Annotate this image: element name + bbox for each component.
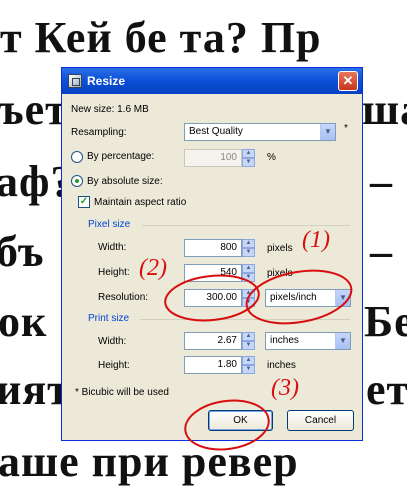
title-bar[interactable]: Resize ✕ <box>62 68 362 94</box>
print-width-label: Width: <box>98 336 127 347</box>
arrow-up-icon[interactable]: ▲ <box>242 289 255 298</box>
background-text-line: – <box>370 157 393 206</box>
width-stepper[interactable]: ▲ ▼ <box>242 239 255 257</box>
height-input[interactable]: 540 <box>184 264 242 282</box>
background-text-line: т Кей бе та? Пр <box>0 13 322 62</box>
annotation-number-2: (2) <box>139 255 167 281</box>
print-size-group-label: Print size <box>88 313 130 324</box>
print-unit-select[interactable]: inches ▼ <box>265 332 351 350</box>
print-unit-value: inches <box>270 335 299 346</box>
chevron-down-icon[interactable]: ▼ <box>335 333 350 349</box>
background-text-line: бъ <box>0 227 45 276</box>
width-unit: pixels <box>267 243 293 254</box>
resampling-select[interactable]: Best Quality ▼ <box>184 123 336 141</box>
arrow-up-icon[interactable]: ▲ <box>242 239 255 248</box>
background-text-line: ет <box>366 365 407 414</box>
arrow-down-icon[interactable]: ▼ <box>242 341 255 350</box>
height-unit: pixels <box>267 268 293 279</box>
arrow-down-icon[interactable]: ▼ <box>242 158 255 167</box>
by-absolute-size-radio[interactable] <box>71 175 83 187</box>
width-label: Width: <box>98 242 127 253</box>
radio-selected-dot <box>75 179 79 183</box>
background-text-line: ият <box>0 365 70 414</box>
by-percentage-label: By percentage: <box>87 151 155 162</box>
dialog-title: Resize <box>87 74 126 88</box>
ok-button[interactable]: OK <box>208 410 273 431</box>
print-height-label: Height: <box>98 360 130 371</box>
annotation-number-1: (1) <box>302 227 330 253</box>
resolution-unit-select[interactable]: pixels/inch ▼ <box>265 289 351 307</box>
arrow-up-icon[interactable]: ▲ <box>242 149 255 158</box>
resampling-value: Best Quality <box>189 126 243 137</box>
resolution-input[interactable]: 300.00 <box>184 289 242 307</box>
chevron-down-icon[interactable]: ▼ <box>320 124 335 140</box>
background-text-line: ок <box>0 297 48 346</box>
bicubic-note: * Bicubic will be used <box>75 387 169 398</box>
by-absolute-size-label: By absolute size: <box>87 176 163 187</box>
chevron-down-icon[interactable]: ▼ <box>335 290 350 306</box>
annotation-number-3: (3) <box>271 375 299 401</box>
new-size-label: New size: 1.6 MB <box>71 104 149 115</box>
percent-sign: % <box>267 152 276 163</box>
pixel-size-group-label: Pixel size <box>88 219 131 230</box>
arrow-up-icon[interactable]: ▲ <box>242 264 255 273</box>
resolution-unit-value: pixels/inch <box>270 292 317 303</box>
print-height-unit: inches <box>267 360 296 371</box>
maintain-aspect-checkbox[interactable]: ✓ <box>78 196 90 208</box>
height-label: Height: <box>98 267 130 278</box>
resize-dialog: Resize ✕ New size: 1.6 MB Resampling: Be… <box>61 67 363 441</box>
print-width-input[interactable]: 2.67 <box>184 332 242 350</box>
percentage-input[interactable]: 100 <box>184 149 242 167</box>
resize-app-icon <box>68 74 82 88</box>
arrow-down-icon[interactable]: ▼ <box>242 273 255 282</box>
resolution-stepper[interactable]: ▲ ▼ <box>242 289 255 307</box>
cancel-button[interactable]: Cancel <box>287 410 354 431</box>
background-text-line: Бе <box>364 297 407 346</box>
print-height-input[interactable]: 1.80 <box>184 356 242 374</box>
arrow-down-icon[interactable]: ▼ <box>242 248 255 257</box>
width-input[interactable]: 800 <box>184 239 242 257</box>
arrow-up-icon[interactable]: ▲ <box>242 332 255 341</box>
divider <box>140 319 350 320</box>
maintain-aspect-label: Maintain aspect ratio <box>94 197 187 208</box>
background-text-line: ша <box>362 85 407 134</box>
arrow-down-icon[interactable]: ▼ <box>242 365 255 374</box>
close-button[interactable]: ✕ <box>338 71 358 91</box>
resampling-label: Resampling: <box>71 127 127 138</box>
arrow-up-icon[interactable]: ▲ <box>242 356 255 365</box>
background-text-line: ъет <box>0 85 68 134</box>
by-percentage-radio[interactable] <box>71 151 83 163</box>
print-height-stepper[interactable]: ▲ ▼ <box>242 356 255 374</box>
background-text-line: – <box>370 227 393 276</box>
resampling-asterisk: * <box>344 123 348 134</box>
print-width-stepper[interactable]: ▲ ▼ <box>242 332 255 350</box>
percentage-stepper[interactable]: ▲ ▼ <box>242 149 255 167</box>
resolution-label: Resolution: <box>98 292 149 303</box>
divider <box>142 225 350 226</box>
background-text-line: аше при ревер <box>0 437 299 486</box>
arrow-down-icon[interactable]: ▼ <box>242 298 255 307</box>
height-stepper[interactable]: ▲ ▼ <box>242 264 255 282</box>
